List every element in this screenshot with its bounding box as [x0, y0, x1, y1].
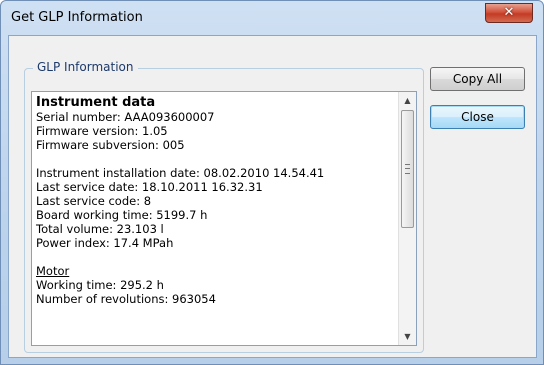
- power-index-line: Power index: 17.4 MPah: [36, 236, 174, 250]
- group-title: GLP Information: [33, 60, 138, 74]
- motor-revolutions-line: Number of revolutions: 963054: [36, 292, 216, 306]
- scroll-up-arrow-icon[interactable]: ▲: [399, 92, 416, 109]
- installation-date-line: Instrument installation date: 08.02.2010…: [36, 166, 325, 180]
- scroll-down-arrow-icon[interactable]: ▼: [399, 328, 416, 345]
- copy-all-button[interactable]: Copy All: [430, 67, 525, 91]
- motor-heading: Motor: [36, 264, 70, 278]
- instrument-data-heading: Instrument data: [36, 95, 156, 110]
- scroll-thumb[interactable]: [401, 110, 414, 228]
- window-close-button[interactable]: ✕: [485, 3, 533, 23]
- dialog-window: Get GLP Information ✕ GLP Information In…: [0, 0, 544, 365]
- total-volume-line: Total volume: 23.103 l: [36, 222, 164, 236]
- title-bar[interactable]: Get GLP Information ✕: [1, 1, 543, 35]
- vertical-scrollbar[interactable]: ▲ ▼: [398, 92, 416, 345]
- glp-info-content: Instrument data Serial number: AAA093600…: [36, 95, 386, 306]
- close-icon: ✕: [503, 5, 515, 20]
- firmware-version-line: Firmware version: 1.05: [36, 124, 168, 138]
- glp-info-textbox[interactable]: Instrument data Serial number: AAA093600…: [31, 91, 417, 346]
- window-title: Get GLP Information: [11, 10, 143, 25]
- scroll-grip-icon: [405, 164, 410, 174]
- board-working-time-line: Board working time: 5199.7 h: [36, 208, 208, 222]
- close-button[interactable]: Close: [430, 105, 525, 129]
- firmware-subversion-line: Firmware subversion: 005: [36, 138, 185, 152]
- motor-working-time-line: Working time: 295.2 h: [36, 278, 164, 292]
- last-service-code-line: Last service code: 8: [36, 194, 152, 208]
- serial-number-line: Serial number: AAA093600007: [36, 110, 215, 124]
- last-service-date-line: Last service date: 18.10.2011 16.32.31: [36, 180, 263, 194]
